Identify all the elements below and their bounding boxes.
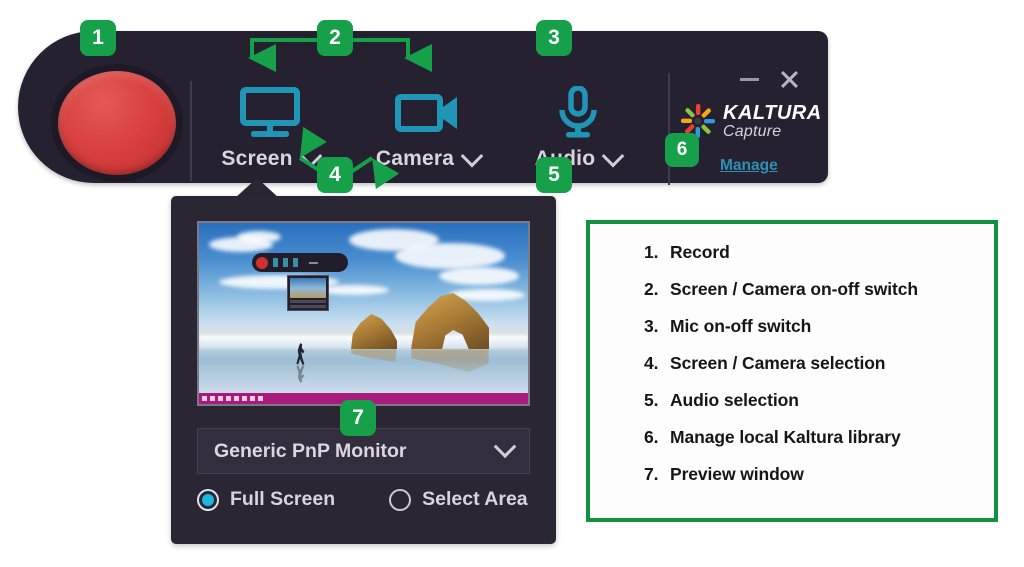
microphone-icon[interactable] [518,85,638,141]
legend-text: Audio selection [670,390,799,410]
legend-item: 1. Record [644,242,994,263]
legend-text: Record [670,242,730,262]
cloud [319,285,389,295]
radio-select-area[interactable]: Select Area [389,488,528,511]
radio-full-screen-circle[interactable] [197,488,219,511]
nested-monitor-icon [273,258,278,267]
taskbar-icon [258,396,263,401]
radio-full-screen-dot [202,493,214,506]
taskbar-icon [218,396,223,401]
preview-window[interactable] [197,221,530,406]
legend-item: 3. Mic on-off switch [644,316,994,337]
nested-preview-image [290,278,326,298]
nested-preview-bar [290,300,326,303]
legend-number: 5. [644,390,659,410]
panel-pointer [235,178,279,198]
monitor-icon[interactable] [210,85,330,141]
window-controls [740,69,830,89]
taskbar-icon [202,396,207,401]
screen-selection-panel: Generic PnP Monitor Full Screen Select A… [171,196,556,544]
record-button[interactable] [58,71,176,175]
chevron-down-icon[interactable] [493,435,517,459]
monitor-selected-value: Generic PnP Monitor [214,439,407,462]
video-camera-icon[interactable] [368,85,488,141]
cloud [395,243,505,269]
nested-preview-window [287,275,329,311]
brand-name: KALTURA [723,101,822,124]
legend-number: 1. [644,242,659,262]
cloud [439,267,519,285]
callout-badge-6: 6 [665,133,699,167]
legend-item: 2. Screen / Camera on-off switch [644,279,994,300]
legend-item: 7. Preview window [644,464,994,485]
toolbar-divider-left [190,81,192,181]
capture-mode-radio-group: Full Screen Select Area [197,488,537,511]
legend-number: 4. [644,353,659,373]
legend-text: Screen / Camera selection [670,353,886,373]
radio-full-screen-label: Full Screen [230,488,336,510]
taskbar-icon [226,396,231,401]
callout-badge-2: 2 [317,20,353,56]
legend-text: Screen / Camera on-off switch [670,279,918,299]
callout-badge-7: 7 [340,400,376,436]
legend-box: 1. Record 2. Screen / Camera on-off swit… [586,220,998,522]
callout-badge-1: 1 [80,20,116,56]
legend-text: Preview window [670,464,804,484]
toolbar-divider-right [668,73,670,185]
nested-mic-icon [293,258,298,267]
screen-toggle-group[interactable]: Screen [210,85,330,171]
screen-label: Screen [221,147,293,170]
brand-text: KALTURA Capture [723,103,822,140]
audio-toggle-group[interactable]: Audio [518,85,638,171]
radio-select-area-label: Select Area [422,488,528,510]
cloud [237,231,281,243]
legend-number: 6. [644,427,659,447]
nested-camera-icon [283,258,288,267]
radio-full-screen[interactable]: Full Screen [197,488,335,511]
nested-minimize-icon [309,261,318,264]
nested-preview-bar [290,305,326,308]
legend-item: 6. Manage local Kaltura library [644,427,994,448]
brand-subtitle: Capture [723,122,782,140]
legend-text: Mic on-off switch [670,316,812,336]
taskbar-icon [234,396,239,401]
nested-record-button [256,256,268,269]
taskbar-icon [210,396,215,401]
manage-link[interactable]: Manage [720,157,778,175]
legend-number: 3. [644,316,659,336]
callout-badge-5: 5 [536,157,572,193]
kaltura-capture-toolbar: Screen Camera Audio [18,31,830,185]
camera-toggle-group[interactable]: Camera [368,85,488,171]
taskbar-icon [242,396,247,401]
taskbar-icon [250,396,255,401]
nested-capture-toolbar [252,253,348,272]
camera-chevron-down-icon[interactable] [460,144,484,168]
camera-label: Camera [375,147,455,170]
close-icon[interactable] [779,69,799,89]
legend-text: Manage local Kaltura library [670,427,901,447]
legend-number: 7. [644,464,659,484]
minimize-icon[interactable] [740,77,759,81]
legend-item: 5. Audio selection [644,390,994,411]
audio-chevron-down-icon[interactable] [601,144,625,168]
callout-badge-4: 4 [317,157,353,193]
radio-select-area-circle[interactable] [389,488,412,511]
legend-number: 2. [644,279,659,299]
legend-item: 4. Screen / Camera selection [644,353,994,374]
callout-badge-3: 3 [536,20,572,56]
brand-row: KALTURA Capture [678,101,822,141]
